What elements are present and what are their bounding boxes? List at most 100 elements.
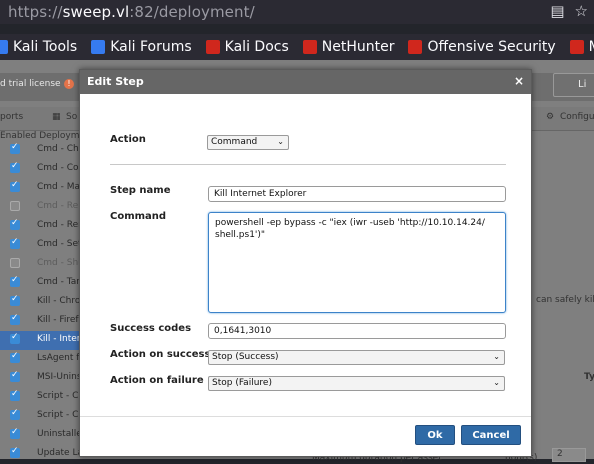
step-checkbox[interactable]: [10, 161, 20, 173]
step-checkbox[interactable]: [10, 370, 20, 382]
bookmark-item[interactable]: NetHunter: [302, 39, 395, 55]
bookmark-label: Offensive Security: [427, 39, 556, 55]
bookmarks-bar: Kali Tools Kali Forums Kali Docs NetHunter O…: [0, 34, 594, 60]
action-on-success-label: Action on success: [110, 349, 211, 360]
step-row[interactable]: Cmd - Cha: [0, 141, 84, 160]
action-on-failure-label: Action on failure: [110, 375, 204, 386]
top-right-button[interactable]: Li: [553, 73, 594, 97]
step-row[interactable]: Cmd - Shu: [0, 255, 84, 274]
chevron-down-icon: ⌄: [277, 137, 284, 146]
top-right-button-label: Li: [578, 79, 587, 90]
url-host: sweep.vl: [62, 3, 130, 21]
step-row[interactable]: LsAgent fo: [0, 350, 85, 369]
success-codes-input[interactable]: 0,1641,3010: [208, 323, 506, 339]
warning-icon: !: [64, 79, 74, 89]
step-checkbox[interactable]: [10, 332, 20, 344]
step-row[interactable]: Cmd - Cor: [0, 160, 82, 179]
close-icon[interactable]: ×: [514, 74, 524, 88]
bookmark-item[interactable]: Kali Forums: [91, 39, 192, 55]
step-checkbox[interactable]: [10, 427, 20, 439]
configure-tab[interactable]: Configu: [560, 112, 594, 122]
reports-tab[interactable]: ports: [0, 112, 23, 122]
step-row[interactable]: MSI-Unins: [0, 369, 82, 388]
edit-step-dialog: Edit Step × Action Command ⌄ Step name K…: [79, 69, 532, 457]
step-name: Cmd - Re: [37, 201, 79, 211]
step-checkbox[interactable]: [10, 237, 20, 249]
bookmark-label: MSFU: [589, 39, 594, 55]
step-checkbox[interactable]: [10, 446, 20, 458]
license-text: d trial license: [0, 79, 61, 89]
step-name-input[interactable]: Kill Internet Explorer: [208, 186, 506, 202]
step-row[interactable]: Kill - Chron: [0, 293, 86, 312]
command-textarea[interactable]: powershell -ep bypass -c "iex (iwr -useb…: [208, 212, 506, 313]
divider: [110, 164, 506, 165]
duration-stepper[interactable]: 2: [552, 448, 586, 462]
bookmark-item[interactable]: MSFU: [569, 39, 594, 55]
command-label: Command: [110, 211, 167, 222]
action-select[interactable]: Command ⌄: [207, 135, 289, 150]
bookmark-item[interactable]: Kali Tools: [0, 39, 77, 55]
step-name: Script - Ch: [37, 391, 85, 401]
step-checkbox[interactable]: [10, 258, 20, 268]
step-checkbox[interactable]: [10, 180, 20, 192]
gear-icon: ⚙: [546, 112, 555, 122]
bookmark-favicon-icon: [569, 40, 584, 54]
step-row[interactable]: Cmd - Mas: [0, 179, 85, 198]
step-name: Kill - Firef: [37, 315, 79, 325]
bookmark-favicon-icon: [91, 40, 106, 54]
step-row[interactable]: Uninstaller: [0, 426, 85, 445]
action-select-value: Command: [211, 137, 258, 147]
step-row[interactable]: Kill - Firef: [0, 312, 82, 331]
step-row[interactable]: Cmd - Rer: [0, 217, 82, 236]
dialog-titlebar: Edit Step ×: [80, 70, 531, 94]
dialog-footer-divider: [80, 416, 531, 417]
step-row[interactable]: Cmd - Re: [0, 198, 82, 217]
chevron-down-icon: ⌄: [493, 352, 500, 361]
step-row[interactable]: Script - Ch: [0, 407, 85, 426]
step-checkbox[interactable]: [10, 142, 20, 154]
cancel-button[interactable]: Cancel: [461, 425, 521, 445]
step-row[interactable]: Update Lansweeper: [0, 445, 127, 464]
step-name: Cmd - Tan: [37, 277, 82, 287]
step-row[interactable]: Script - Ch: [0, 388, 85, 407]
url-scheme: https://: [8, 3, 63, 21]
step-checkbox[interactable]: [10, 294, 20, 306]
step-row[interactable]: Cmd - Set: [0, 236, 82, 255]
bookmark-label: NetHunter: [321, 39, 395, 55]
action-on-failure-value: Stop (Failure): [212, 378, 272, 388]
bookmark-label: Kali Tools: [13, 39, 78, 55]
step-checkbox[interactable]: [10, 408, 20, 420]
bookmark-item[interactable]: Offensive Security: [408, 39, 556, 55]
step-row[interactable]: Cmd - Tan: [0, 274, 82, 293]
step-name: Cmd - Rer: [37, 220, 82, 230]
steps-header: Enabled Deploym: [0, 131, 80, 141]
action-on-failure-select[interactable]: Stop (Failure) ⌄: [208, 376, 505, 391]
step-checkbox[interactable]: [10, 275, 20, 287]
step-checkbox[interactable]: [10, 313, 20, 325]
success-codes-label: Success codes: [110, 323, 192, 334]
chevron-down-icon: ⌄: [493, 378, 500, 387]
bookmark-favicon-icon: [205, 40, 220, 54]
url-bar[interactable]: https://sweep.vl:82/deployment/ ▤ ☆: [0, 0, 594, 24]
step-list: Cmd - Cha Cmd - Cor Cmd - Mas Cmd - Re Cmd -…: [0, 141, 127, 464]
bookmark-label: Kali Docs: [224, 39, 289, 55]
bookmark-item[interactable]: Kali Docs: [205, 39, 289, 55]
step-checkbox[interactable]: [10, 218, 20, 230]
reader-view-icon[interactable]: ▤: [550, 2, 564, 20]
step-name: LsAgent fo: [37, 353, 85, 363]
bookmark-star-icon[interactable]: ☆: [575, 2, 588, 20]
bookmark-label: Kali Forums: [110, 39, 192, 55]
so-tab[interactable]: So: [66, 112, 77, 122]
step-checkbox[interactable]: [10, 389, 20, 401]
step-name-label: Step name: [110, 185, 171, 196]
step-checkbox[interactable]: [10, 201, 20, 211]
step-name: Cmd - Cor: [37, 163, 83, 173]
step-checkbox[interactable]: [10, 351, 20, 363]
action-on-success-value: Stop (Success): [212, 352, 279, 362]
ok-button[interactable]: Ok: [415, 425, 455, 445]
url-text[interactable]: https://sweep.vl:82/deployment/: [8, 3, 255, 21]
grid-icon: ▦: [52, 112, 61, 122]
step-row[interactable]: Kill - Intern: [0, 331, 86, 350]
step-name: Script - Ch: [37, 410, 85, 420]
action-on-success-select[interactable]: Stop (Success) ⌄: [208, 350, 505, 365]
